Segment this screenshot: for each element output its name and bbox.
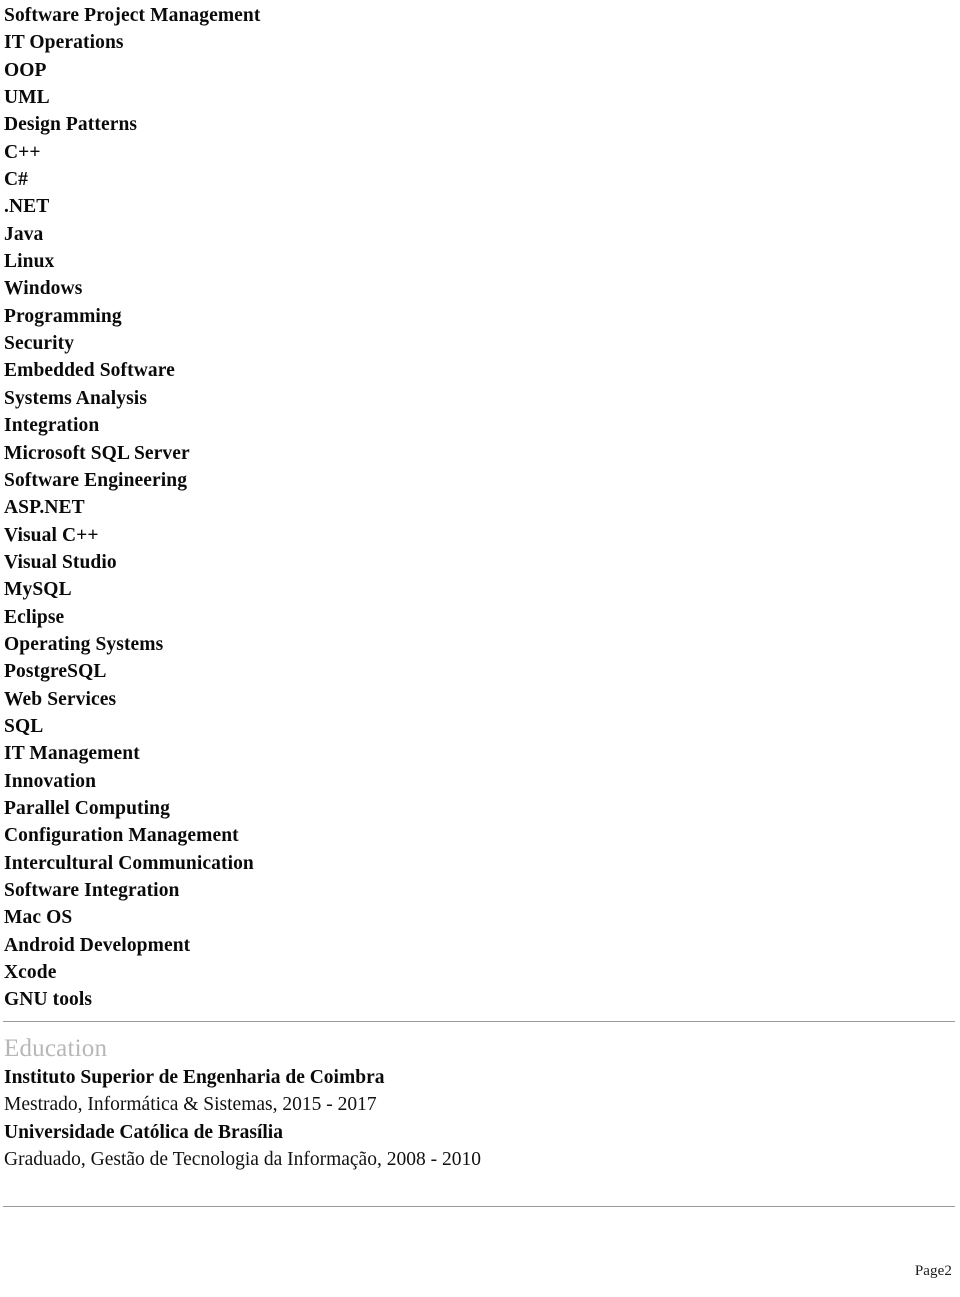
list-item: Eclipse — [4, 606, 65, 628]
list-item: Design Patterns — [4, 114, 138, 136]
list-item: Mac OS — [4, 907, 73, 929]
education-section: Education Instituto Superior de Engenhar… — [4, 1034, 904, 1174]
list-item: IT Management — [4, 743, 140, 765]
list-item: .NET — [4, 196, 50, 218]
skills-list: Software Project Management IT Operation… — [4, 2, 904, 1014]
list-item: Integration — [4, 415, 100, 437]
list-item: Parallel Computing — [4, 797, 170, 819]
section-divider-bottom — [3, 1206, 955, 1207]
page-footer: Page2 — [0, 1262, 952, 1280]
list-item: Linux — [4, 251, 55, 273]
list-item: Visual Studio — [4, 551, 117, 573]
list-item: C++ — [4, 141, 41, 163]
list-item: PostgreSQL — [4, 661, 107, 683]
list-item: GNU tools — [4, 989, 93, 1011]
section-heading-education: Education — [4, 1035, 108, 1062]
section-divider-top — [3, 1021, 955, 1022]
list-item: MySQL — [4, 579, 72, 601]
list-item: IT Operations — [4, 32, 124, 54]
list-item: Operating Systems — [4, 633, 164, 655]
list-item: Web Services — [4, 688, 117, 710]
list-item: ASP.NET — [4, 497, 85, 519]
education-degree-detail: Mestrado, Informática & Sistemas, 2015 -… — [4, 1094, 377, 1116]
list-item: Security — [4, 333, 75, 355]
list-item: Visual C++ — [4, 524, 99, 546]
list-item: Software Engineering — [4, 469, 188, 491]
education-degree-detail: Graduado, Gestão de Tecnologia da Inform… — [4, 1149, 481, 1171]
list-item: Intercultural Communication — [4, 852, 254, 874]
list-item: Software Integration — [4, 880, 180, 901]
education-school-name: Universidade Católica de Brasília — [4, 1121, 283, 1143]
education-school-name: Instituto Superior de Engenharia de Coim… — [4, 1067, 385, 1088]
list-item: Configuration Management — [4, 825, 239, 847]
list-item: Systems Analysis — [4, 387, 148, 409]
list-item: Microsoft SQL Server — [4, 442, 190, 464]
list-item: Xcode — [4, 962, 57, 984]
list-item: OOP — [4, 59, 47, 81]
list-item: Innovation — [4, 770, 97, 792]
list-item: C# — [4, 169, 29, 191]
page-number: Page2 — [914, 1263, 952, 1279]
list-item: Embedded Software — [4, 360, 175, 382]
list-item: Windows — [4, 278, 83, 300]
resume-page: Software Project Management IT Operation… — [0, 0, 960, 1297]
education-entry: Universidade Católica de Brasília Gradua… — [4, 1119, 904, 1174]
list-item: SQL — [4, 715, 44, 737]
list-item: Android Development — [4, 934, 191, 956]
list-item: Software Project Management — [4, 5, 261, 26]
education-entry: Instituto Superior de Engenharia de Coim… — [4, 1064, 904, 1119]
list-item: Java — [4, 223, 44, 245]
list-item: UML — [4, 87, 50, 109]
list-item: Programming — [4, 305, 122, 327]
